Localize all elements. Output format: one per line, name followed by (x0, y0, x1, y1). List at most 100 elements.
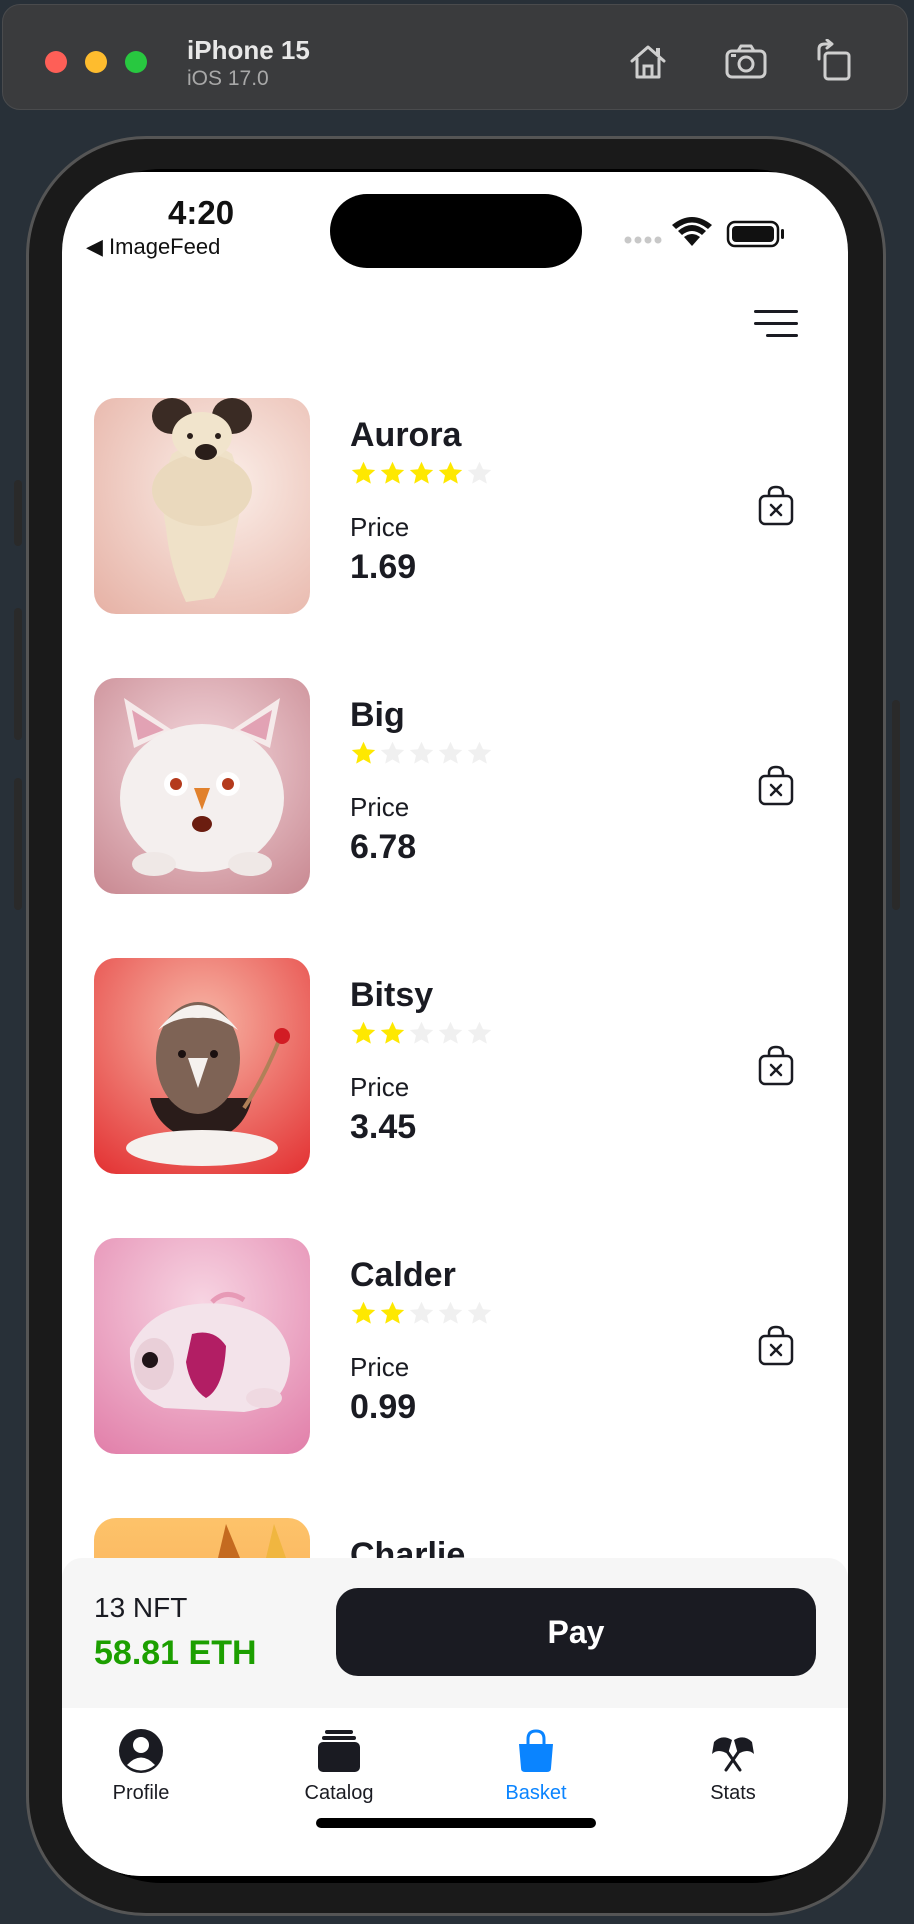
price-label: Price (350, 1352, 410, 1382)
status-time: 4:20 (168, 194, 235, 231)
basket-item[interactable]: Calder Price 0.99 (62, 1238, 848, 1454)
bag-remove-icon (758, 765, 794, 806)
basket-item[interactable]: Aurora Price 1.69 (62, 398, 848, 614)
flags-icon (712, 1737, 754, 1772)
tab-stats[interactable]: Stats (658, 1728, 808, 1828)
price-label: Price (350, 792, 410, 822)
nft-price: 0.99 (350, 1388, 417, 1426)
rotate-button[interactable] (813, 38, 859, 83)
rating-stars (350, 1300, 493, 1328)
cellular-signal-icon (624, 236, 662, 244)
price-label: Price (350, 1072, 410, 1102)
star-empty-icon (380, 741, 405, 764)
volume-down-button (14, 778, 22, 910)
basket-item[interactable]: Bitsy Price 3.45 (62, 958, 848, 1174)
rating-stars (350, 1020, 493, 1048)
star-empty-icon (467, 1301, 492, 1324)
star-empty-icon (467, 461, 492, 484)
nft-name: Aurora (350, 416, 462, 454)
tab-profile[interactable]: Profile (66, 1728, 216, 1828)
home-icon (630, 45, 666, 79)
power-button (892, 700, 900, 910)
bag-remove-icon (758, 1325, 794, 1366)
remove-from-basket-button[interactable] (756, 1044, 796, 1086)
remove-from-basket-button[interactable] (756, 764, 796, 806)
bag-icon (519, 1729, 553, 1772)
star-filled-icon (380, 461, 405, 484)
basket-item[interactable]: Charlie (62, 1518, 848, 1558)
minimize-window-button[interactable] (85, 51, 107, 73)
nft-name: Calder (350, 1256, 456, 1294)
home-button[interactable] (625, 39, 671, 83)
basket-item[interactable]: Big Price 6.78 (62, 678, 848, 894)
close-window-button[interactable] (45, 51, 67, 73)
star-filled-icon (380, 1301, 405, 1324)
phone-screen: 4:20 ◀ ImageFeed Aurora Price 1.69 Big P… (62, 172, 848, 1876)
star-filled-icon (380, 1021, 405, 1044)
tab-label: Catalog (304, 1782, 374, 1804)
star-empty-icon (438, 1021, 463, 1044)
tab-label: Profile (112, 1782, 170, 1804)
os-version: iOS 17.0 (187, 67, 269, 90)
star-filled-icon (409, 461, 434, 484)
star-empty-icon (409, 741, 434, 764)
nft-price: 6.78 (350, 828, 417, 866)
menu-lines-icon (754, 310, 798, 337)
basket-list[interactable]: Aurora Price 1.69 Big Price 6.78 Bitsy P… (62, 398, 848, 1558)
back-to-app-link[interactable]: ◀ ImageFeed (86, 234, 220, 260)
volume-up-button (14, 608, 22, 740)
action-button (14, 480, 22, 546)
simulator-toolbar: iPhone 15 iOS 17.0 (2, 4, 908, 110)
star-empty-icon (409, 1021, 434, 1044)
nft-image (94, 398, 310, 614)
nft-name: Charlie (350, 1536, 466, 1558)
nft-image (94, 1518, 310, 1558)
nft-price: 3.45 (350, 1108, 417, 1146)
remove-from-basket-button[interactable] (756, 484, 796, 526)
camera-icon (725, 44, 767, 79)
nft-image (94, 1238, 310, 1454)
nft-name: Bitsy (350, 976, 434, 1014)
rotate-icon (817, 38, 851, 81)
stack-icon (318, 1730, 360, 1772)
rating-stars (350, 460, 493, 488)
star-empty-icon (467, 1021, 492, 1044)
dynamic-island (330, 194, 582, 268)
star-empty-icon (467, 741, 492, 764)
home-indicator[interactable] (316, 1818, 596, 1828)
battery-icon (726, 220, 784, 248)
star-filled-icon (351, 741, 376, 764)
zoom-window-button[interactable] (125, 51, 147, 73)
pay-button[interactable]: Pay (336, 1588, 816, 1676)
star-filled-icon (351, 1301, 376, 1324)
bag-remove-icon (758, 485, 794, 526)
tab-label: Stats (710, 1782, 756, 1804)
screenshot-button[interactable] (723, 39, 769, 83)
price-label: Price (350, 512, 410, 542)
sort-menu-button[interactable] (752, 306, 800, 342)
nft-name: Big (350, 696, 405, 734)
bag-remove-icon (758, 1045, 794, 1086)
star-filled-icon (351, 461, 376, 484)
total-price: 58.81 ETH (94, 1634, 257, 1672)
star-filled-icon (351, 1021, 376, 1044)
tab-basket[interactable]: Basket (461, 1728, 611, 1828)
status-icons (624, 217, 784, 248)
nft-count: 13 NFT (94, 1592, 188, 1623)
device-name: iPhone 15 (187, 35, 310, 65)
star-empty-icon (409, 1301, 434, 1324)
tab-bar: Profile Catalog Basket Stats (62, 1708, 848, 1876)
tab-label: Basket (505, 1782, 567, 1804)
star-empty-icon (438, 1301, 463, 1324)
star-filled-icon (438, 461, 463, 484)
star-empty-icon (438, 741, 463, 764)
nft-image (94, 678, 310, 894)
wifi-icon (672, 217, 712, 246)
nft-price: 1.69 (350, 548, 417, 586)
nft-image (94, 958, 310, 1174)
payment-panel: 13 NFT 58.81 ETH Pay (62, 1558, 848, 1708)
rating-stars (350, 740, 493, 768)
person-circle-icon (119, 1729, 163, 1773)
tab-catalog[interactable]: Catalog (264, 1728, 414, 1828)
remove-from-basket-button[interactable] (756, 1324, 796, 1366)
